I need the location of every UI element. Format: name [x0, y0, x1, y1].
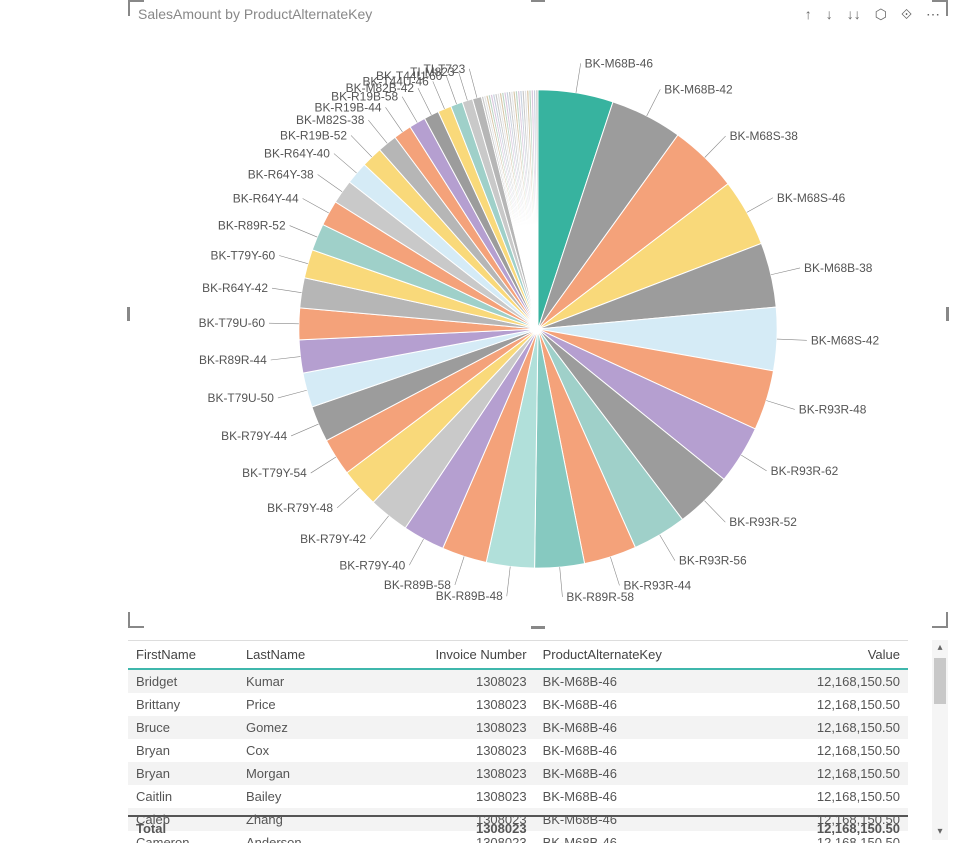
slice-label: BK-R79Y-40 [339, 558, 405, 572]
table-row[interactable]: BryanCox1308023BK-M68B-4612,168,150.50 [128, 739, 908, 762]
slice-label: BK-M82S-38 [296, 113, 365, 127]
slice-label: BK-T79U-50 [208, 391, 275, 405]
hierarchy-icon[interactable]: ⬡ [875, 6, 887, 23]
table-row[interactable]: CaitlinBailey1308023BK-M68B-4612,168,150… [128, 785, 908, 808]
slice-label: BK-R64Y-40 [264, 147, 330, 161]
slice-label: BK-R89R-52 [218, 219, 286, 233]
slice-label: BK-T79U-60 [199, 316, 266, 330]
slice-label: BK-R79Y-44 [221, 429, 287, 443]
slice-label: BK-M68S-46 [777, 191, 846, 205]
scroll-down-icon[interactable]: ▾ [932, 824, 948, 840]
slice-label: BK-M68B-42 [664, 82, 733, 96]
table-header-row: FirstName LastName Invoice Number Produc… [128, 641, 908, 670]
slice-label: TI-T723 [424, 62, 466, 76]
total-row: Total 1308023 12,168,150.50 [128, 816, 908, 840]
slice-label: BK-R79Y-42 [300, 532, 366, 546]
slice-label: BK-R89R-44 [199, 353, 267, 367]
table-row[interactable]: BruceGomez1308023BK-M68B-4612,168,150.50 [128, 716, 908, 739]
table-row[interactable]: BridgetKumar1308023BK-M68B-4612,168,150.… [128, 669, 908, 693]
col-lastname[interactable]: LastName [238, 641, 374, 670]
slice-label: BK-R93R-62 [771, 464, 839, 478]
data-table-visual[interactable]: FirstName LastName Invoice Number Produc… [128, 640, 948, 840]
slice-label: BK-M68S-38 [730, 129, 799, 143]
slice-label: BK-M68B-38 [804, 261, 873, 275]
slice-label: BK-M68B-46 [585, 56, 654, 70]
slice-label: BK-R79Y-48 [267, 501, 333, 515]
slice-label: BK-R64Y-38 [248, 168, 314, 182]
visual-toolbar: ↑ ↓ ↓↓ ⬡ ⟐ ⋯ [805, 6, 940, 23]
resize-handle-bottom[interactable] [531, 626, 545, 629]
scroll-thumb[interactable] [934, 658, 946, 704]
drill-up-icon[interactable]: ↑ [805, 6, 812, 23]
expand-all-icon[interactable]: ↓↓ [847, 6, 861, 23]
col-invoice[interactable]: Invoice Number [373, 641, 534, 670]
table-scrollbar[interactable]: ▴ ▾ [932, 640, 948, 840]
scroll-up-icon[interactable]: ▴ [932, 640, 948, 656]
slice-label: BK-R64Y-42 [202, 281, 268, 295]
total-invoice: 1308023 [373, 816, 534, 840]
pie-chart-visual[interactable]: SalesAmount by ProductAlternateKey ↑ ↓ ↓… [128, 0, 948, 628]
slice-label: BK-R93R-48 [799, 402, 867, 416]
table-row[interactable]: BrittanyPrice1308023BK-M68B-4612,168,150… [128, 693, 908, 716]
slice-label: BK-R89B-58 [384, 578, 451, 592]
slice-label: BK-R19B-52 [280, 128, 347, 142]
col-productkey[interactable]: ProductAlternateKey [535, 641, 747, 670]
slice-label: BK-R89R-58 [566, 590, 634, 604]
slice-label: BK-R93R-56 [679, 554, 747, 568]
col-firstname[interactable]: FirstName [128, 641, 238, 670]
chart-title: SalesAmount by ProductAlternateKey [138, 6, 372, 22]
total-table: Total 1308023 12,168,150.50 [128, 815, 908, 840]
drill-down-icon[interactable]: ↓ [826, 6, 833, 23]
pie-chart-plot[interactable]: BK-M68B-46 BK-M68B-42 BK-M68S-38 BK-M68S-46… [128, 30, 948, 618]
slice-label: BK-T79Y-54 [242, 466, 307, 480]
slice-label: BK-M68S-42 [811, 333, 880, 347]
col-value[interactable]: Value [747, 641, 908, 670]
total-label: Total [128, 816, 238, 840]
slice-label: BK-R93R-52 [729, 515, 797, 529]
total-value: 12,168,150.50 [747, 816, 908, 840]
table-row[interactable]: BryanMorgan1308023BK-M68B-4612,168,150.5… [128, 762, 908, 785]
more-options-icon[interactable]: ⋯ [926, 6, 940, 23]
slice-label: BK-R64Y-44 [233, 192, 299, 206]
focus-mode-icon[interactable]: ⟐ [901, 6, 912, 23]
slice-label: BK-T79Y-60 [211, 249, 276, 263]
resize-handle-top[interactable] [531, 0, 545, 2]
